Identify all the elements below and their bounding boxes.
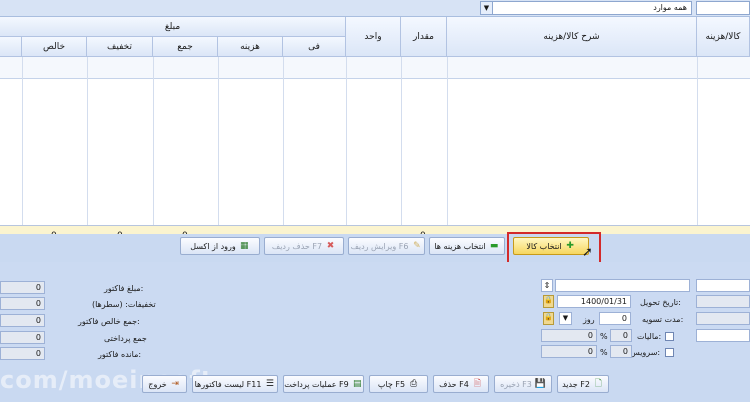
date-spin[interactable]: ⇕: [541, 279, 553, 292]
settlement-chevron-icon[interactable]: ▼: [559, 312, 572, 325]
remaining-field: 0: [0, 347, 45, 360]
paid-total-label: جمع پرداختی: [104, 334, 147, 343]
service-pct-symbol: %: [600, 348, 608, 357]
delete-button[interactable]: حذف F4 🗎: [433, 375, 489, 393]
delete-doc-icon: 🗎: [473, 378, 481, 389]
paid-total-field: 0: [0, 331, 45, 344]
exit-label: خروج: [148, 379, 167, 389]
printer-icon: ⎙: [409, 378, 418, 389]
tax-pct-symbol: %: [600, 332, 608, 341]
x-icon: ✖: [326, 240, 335, 251]
filter-combo[interactable]: ▼ همه موارد: [480, 1, 692, 15]
header-unit[interactable]: واحد: [346, 17, 401, 57]
far-right-field[interactable]: [696, 279, 750, 292]
discounts-label: تخفیفات: (سطرها): [92, 300, 156, 309]
new-document-icon: 🗋: [594, 378, 603, 389]
new-label: جدید F2: [562, 379, 590, 389]
table-row[interactable]: [0, 57, 750, 78]
invoice-amount-field: 0: [0, 281, 45, 294]
floppy-icon: 💾: [534, 378, 547, 389]
service-label: سرویس:: [630, 348, 661, 357]
print-label: چاپ F5: [377, 379, 406, 389]
header-cost[interactable]: هزینه: [218, 37, 283, 57]
col-line: [697, 57, 698, 225]
items-grid: کالا/هزینه شرح کالا/هزینه مقدار واحد مبل…: [0, 17, 750, 250]
pencil-icon: ✎: [413, 240, 421, 251]
cursor-icon: ➚: [582, 245, 593, 260]
header-discount[interactable]: تخفیف: [87, 37, 153, 57]
filter-value: همه موارد: [653, 3, 687, 12]
edit-row-label: ویرایش ردیف F6: [350, 241, 409, 251]
save-button[interactable]: ذخیره F3 💾: [494, 375, 552, 393]
row-divider: [0, 78, 750, 79]
remaining-label: مانده فاکتور:: [98, 350, 142, 359]
discounts-field: 0: [0, 297, 45, 310]
top-bar: ▼ همه موارد: [0, 0, 750, 17]
tax-amount-field: 0: [541, 329, 597, 342]
service-amount-field: 0: [541, 345, 597, 358]
payment-ops-button[interactable]: عملیات پرداخت F9 ▤: [283, 375, 364, 393]
import-excel-label: ورود از اکسل: [190, 241, 236, 251]
header-description[interactable]: شرح کالا/هزینه: [447, 17, 697, 57]
net-total-label: جمع خالص فاکتور:: [78, 317, 140, 326]
header-sum[interactable]: جمع: [153, 37, 218, 57]
tax-pct-field: 0: [610, 329, 632, 342]
net-total-field: 0: [0, 314, 45, 327]
delete-label: حذف F4: [439, 379, 469, 389]
import-excel-button[interactable]: ورود از اکسل ▦: [180, 237, 260, 255]
payment-ops-label: عملیات پرداخت F9: [284, 379, 349, 389]
delivery-date-field[interactable]: 1400/01/31: [557, 295, 631, 308]
select-cost-button[interactable]: انتخاب هزینه ها ▬: [429, 237, 505, 255]
col-line: [218, 57, 219, 225]
header-quantity[interactable]: مقدار: [401, 17, 447, 57]
lock-icon-2[interactable]: 🔒: [543, 312, 554, 325]
new-button[interactable]: جدید F2 🗋: [557, 375, 609, 393]
lock-icon[interactable]: 🔒: [543, 295, 554, 308]
col-line: [283, 57, 284, 225]
delete-row-button[interactable]: حذف ردیف F7 ✖: [264, 237, 344, 255]
tax-label: مالیات:: [637, 332, 662, 341]
print-button[interactable]: چاپ F5 ⎙: [369, 375, 428, 393]
header-amount-group: مبلغ: [0, 17, 346, 37]
right-field-3[interactable]: [696, 329, 750, 342]
settlement-field[interactable]: 0: [599, 312, 631, 325]
list-icon: ☰: [265, 378, 274, 389]
top-right-field[interactable]: [555, 279, 690, 292]
col-line: [87, 57, 88, 225]
header-net[interactable]: خالص: [22, 37, 87, 57]
money-icon: ▤: [352, 378, 362, 389]
delete-row-label: حذف ردیف F7: [271, 241, 323, 251]
right-gray-field-1: [696, 295, 750, 308]
exit-button[interactable]: خروج ⇥: [142, 375, 187, 393]
header-item[interactable]: کالا/هزینه: [697, 17, 750, 57]
settlement-label: مدت تسویه:: [642, 315, 684, 324]
delivery-date-label: تاریخ تحویل:: [640, 298, 681, 307]
header-unit-price[interactable]: فی: [283, 37, 346, 57]
edit-row-button[interactable]: ویرایش ردیف F6 ✎: [348, 237, 425, 255]
invoice-list-button[interactable]: لیست فاکتورها F11 ☰: [192, 375, 278, 393]
right-gray-field-2: [696, 312, 750, 325]
header-extra: [0, 37, 22, 57]
filter-combo-2[interactable]: [696, 1, 750, 15]
excel-icon: ▦: [240, 240, 249, 251]
service-checkbox[interactable]: [665, 348, 674, 357]
minus-icon: ▬: [489, 240, 499, 251]
service-pct-field: 0: [610, 345, 632, 358]
exit-door-icon: ⇥: [171, 378, 179, 389]
invoice-list-label: لیست فاکتورها F11: [194, 379, 262, 389]
select-cost-label: انتخاب هزینه ها: [434, 241, 486, 251]
save-label: ذخیره F3: [500, 379, 532, 389]
invoice-amount-label: مبلغ فاکتور:: [104, 284, 144, 293]
chevron-down-icon[interactable]: ▼: [481, 2, 493, 14]
col-line: [346, 57, 347, 225]
settlement-unit: روز: [583, 315, 595, 324]
col-line: [447, 57, 448, 225]
col-line: [153, 57, 154, 225]
col-line: [401, 57, 402, 225]
tax-checkbox[interactable]: [665, 332, 674, 341]
col-line: [22, 57, 23, 225]
